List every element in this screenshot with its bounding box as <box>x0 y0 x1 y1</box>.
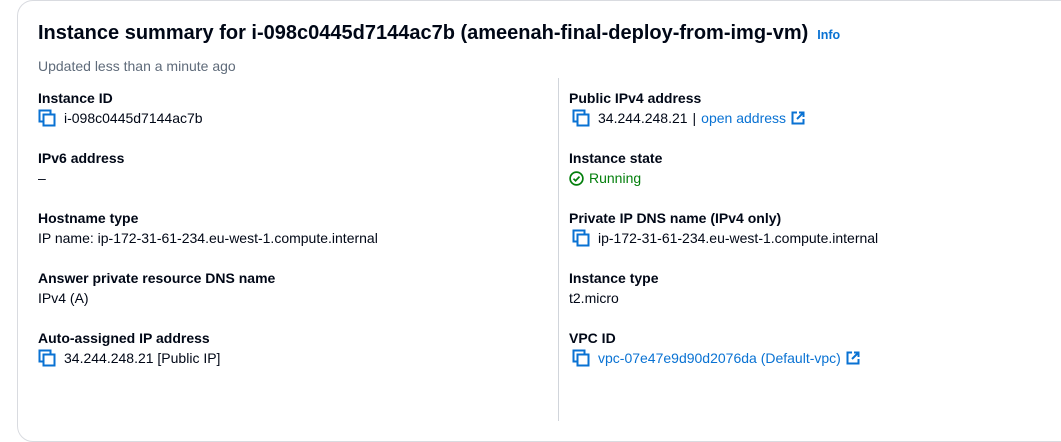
auto-ip-value: 34.244.248.21 [Public IP] <box>64 350 221 366</box>
field-value-row: ip-172-31-61-234.eu-west-1.compute.inter… <box>569 228 878 248</box>
field-private-dns: Private IP DNS name (IPv4 only) ip-172-3… <box>569 208 878 248</box>
field-answer-dns: Answer private resource DNS name IPv4 (A… <box>38 268 275 308</box>
field-value-row: vpc-07e47e9d90d2076da (Default-vpc) <box>569 348 860 368</box>
hostname-type-value: IP name: ip-172-31-61-234.eu-west-1.comp… <box>38 230 378 246</box>
field-label: VPC ID <box>569 330 616 346</box>
field-label: Private IP DNS name (IPv4 only) <box>569 210 782 226</box>
field-label: Hostname type <box>38 210 139 226</box>
field-vpc-id: VPC ID vpc-07e47e9d90d2076da (Default-vp… <box>569 328 860 368</box>
info-link[interactable]: Info <box>817 28 840 42</box>
field-label: IPv6 address <box>38 150 125 166</box>
updated-timestamp: Updated less than a minute ago <box>38 58 236 74</box>
column-divider <box>558 78 559 421</box>
separator: | <box>692 110 697 126</box>
answer-dns-value: IPv4 (A) <box>38 290 89 306</box>
field-public-ipv4: Public IPv4 address 34.244.248.21 | open… <box>569 88 805 128</box>
external-link-icon[interactable] <box>846 351 860 365</box>
instance-state-value: Running <box>589 170 642 186</box>
external-link-icon[interactable] <box>791 111 805 125</box>
field-label: Instance type <box>569 270 659 286</box>
field-instance-type: Instance type t2.micro <box>569 268 658 308</box>
field-label: Instance ID <box>38 90 113 106</box>
copy-icon[interactable] <box>572 109 590 127</box>
ipv6-value: – <box>38 170 46 186</box>
field-label: Answer private resource DNS name <box>38 270 276 286</box>
open-address-link[interactable]: open address <box>701 108 786 128</box>
vpc-id-link[interactable]: vpc-07e47e9d90d2076da (Default-vpc) <box>598 348 841 368</box>
private-dns-value: ip-172-31-61-234.eu-west-1.compute.inter… <box>598 230 879 246</box>
copy-icon[interactable] <box>572 349 590 367</box>
copy-icon[interactable] <box>572 229 590 247</box>
instance-id-value: i-098c0445d7144ac7b <box>64 110 203 126</box>
field-value-row: 34.244.248.21 | open address <box>569 108 805 128</box>
field-value-row: 34.244.248.21 [Public IP] <box>38 348 220 368</box>
status-badge: Running <box>569 168 662 188</box>
instance-type-value: t2.micro <box>569 290 619 306</box>
field-instance-state: Instance state Running <box>569 148 662 188</box>
field-label: Instance state <box>569 150 663 166</box>
public-ipv4-value: 34.244.248.21 <box>598 110 688 126</box>
copy-icon[interactable] <box>38 349 56 367</box>
page-title: Instance summary for i-098c0445d7144ac7b… <box>38 22 809 44</box>
check-circle-icon <box>569 170 584 186</box>
field-ipv6: IPv6 address – <box>38 148 124 188</box>
field-label: Public IPv4 address <box>569 90 702 106</box>
field-hostname-type: Hostname type IP name: ip-172-31-61-234.… <box>38 208 378 248</box>
copy-icon[interactable] <box>38 109 56 127</box>
summary-header: Instance summary for i-098c0445d7144ac7b… <box>38 22 840 45</box>
field-value-row: i-098c0445d7144ac7b <box>38 108 203 128</box>
field-label: Auto-assigned IP address <box>38 330 210 346</box>
field-instance-id: Instance ID i-098c0445d7144ac7b <box>38 88 203 128</box>
field-auto-ip: Auto-assigned IP address 34.244.248.21 [… <box>38 328 220 368</box>
